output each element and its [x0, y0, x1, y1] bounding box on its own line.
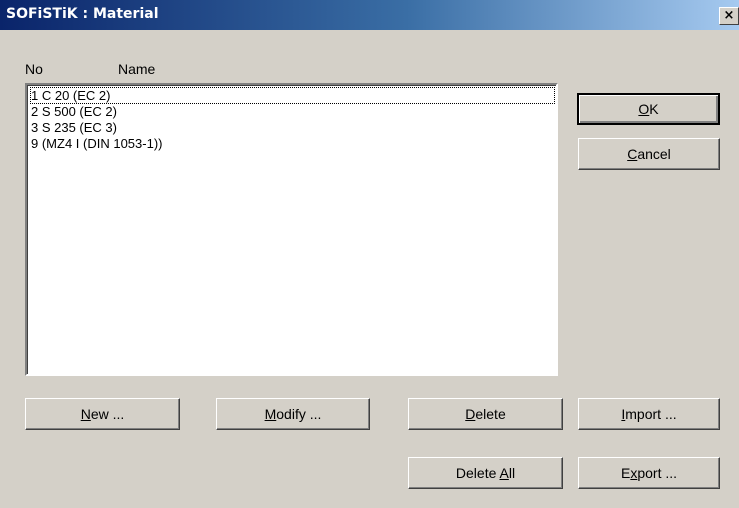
cancel-access-key: C — [627, 146, 638, 162]
close-button[interactable]: × — [719, 7, 739, 25]
list-item[interactable]: 1 C 20 (EC 2) — [30, 87, 555, 104]
column-header-no: No — [25, 61, 43, 77]
cancel-label: ancel — [637, 146, 671, 162]
modify-label: odify ... — [276, 406, 322, 422]
import-label: mport ... — [625, 406, 677, 422]
new-access-key: N — [80, 406, 91, 422]
modify-access-key: M — [264, 406, 277, 422]
cancel-button[interactable]: Cancel — [578, 138, 720, 170]
material-listbox[interactable]: 1 C 20 (EC 2) 2 S 500 (EC 2) 3 S 235 (EC… — [25, 83, 558, 376]
delete-label: elete — [475, 406, 506, 422]
list-item[interactable]: 9 (MZ4 I (DIN 1053-1)) — [31, 136, 162, 151]
list-item[interactable]: 2 S 500 (EC 2) — [31, 104, 117, 119]
column-header-name: Name — [118, 61, 156, 77]
ok-access-key: O — [638, 101, 650, 117]
delete-access-key: D — [465, 406, 476, 422]
ok-label: K — [649, 101, 659, 117]
modify-button[interactable]: Modify ... — [216, 398, 370, 430]
material-dialog: SOFiSTiK : Material × No Name 1 C 20 (EC… — [0, 0, 739, 508]
export-label: port ... — [637, 465, 678, 481]
delete-all-label: ll — [508, 465, 516, 481]
new-button[interactable]: New ... — [25, 398, 180, 430]
export-button[interactable]: Export ... — [578, 457, 720, 489]
list-item[interactable]: 3 S 235 (EC 3) — [31, 120, 117, 135]
delete-all-access-key: A — [499, 465, 509, 481]
export-label-prefix: E — [620, 465, 631, 481]
delete-button[interactable]: Delete — [408, 398, 563, 430]
delete-all-label-prefix: Delete — [455, 465, 500, 481]
import-button[interactable]: Import ... — [578, 398, 720, 430]
close-icon: × — [723, 8, 735, 23]
delete-all-button[interactable]: Delete All — [408, 457, 563, 489]
title-bar[interactable]: SOFiSTiK : Material × — [0, 0, 739, 30]
window-title: SOFiSTiK : Material — [6, 6, 159, 22]
new-label: ew ... — [90, 406, 125, 422]
ok-button[interactable]: OK — [577, 93, 720, 125]
